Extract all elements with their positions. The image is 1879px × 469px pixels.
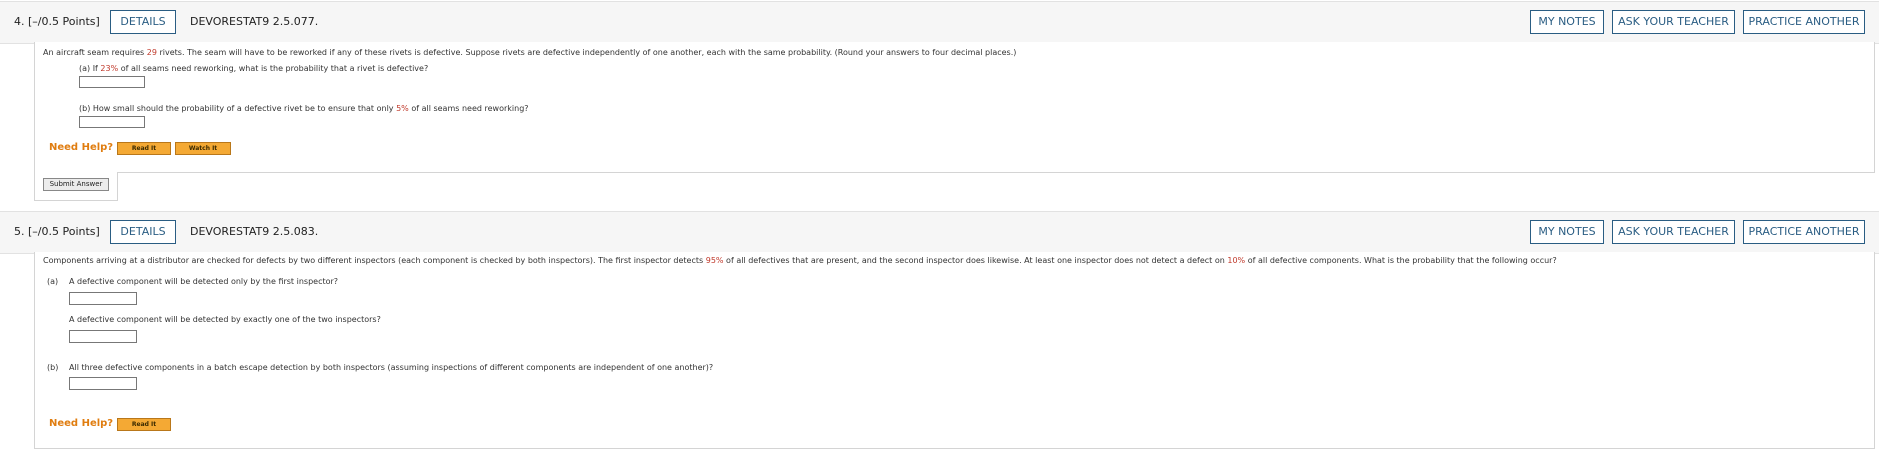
my-notes-button[interactable]: MY NOTES bbox=[1530, 10, 1604, 34]
question-4-header: 4. [–/0.5 Points] DETAILS DEVORESTAT9 2.… bbox=[0, 1, 1879, 44]
question-5-number: 5. [–/0.5 Points] bbox=[14, 225, 100, 238]
question-code: DEVORESTAT9 2.5.083. bbox=[190, 225, 319, 238]
part-a-question-1: A defective component will be detected o… bbox=[69, 277, 339, 286]
question-5-header: 5. [–/0.5 Points] DETAILS DEVORESTAT9 2.… bbox=[0, 211, 1879, 254]
question-4-number: 4. [–/0.5 Points] bbox=[14, 15, 100, 28]
ask-your-teacher-button[interactable]: ASK YOUR TEACHER bbox=[1612, 10, 1735, 34]
part-a-question-2: A defective component will be detected b… bbox=[69, 315, 381, 324]
answer-input-a1[interactable] bbox=[69, 292, 137, 305]
need-help-label: Need Help? bbox=[49, 418, 114, 429]
part-b-text: (b) How small should the probability of … bbox=[79, 104, 529, 113]
details-button[interactable]: DETAILS bbox=[110, 10, 176, 34]
part-a-text: (a) If 23% of all seams need reworking, … bbox=[79, 64, 429, 73]
answer-input-b[interactable] bbox=[69, 377, 137, 390]
question-text: An aircraft seam requires 29 rivets. The… bbox=[43, 48, 1017, 57]
question-5-body: Components arriving at a distributor are… bbox=[34, 252, 1875, 449]
ask-your-teacher-button[interactable]: ASK YOUR TEACHER bbox=[1612, 220, 1735, 244]
answer-input-a[interactable] bbox=[79, 76, 145, 88]
read-it-button[interactable]: Read It bbox=[117, 142, 171, 155]
details-button[interactable]: DETAILS bbox=[110, 220, 176, 244]
question-4-body: An aircraft seam requires 29 rivets. The… bbox=[34, 42, 1875, 173]
watch-it-button[interactable]: Watch It bbox=[175, 142, 231, 155]
need-help-label: Need Help? bbox=[49, 142, 114, 153]
part-b-label: (b) bbox=[47, 363, 59, 372]
answer-input-b[interactable] bbox=[79, 116, 145, 128]
question-text: Components arriving at a distributor are… bbox=[43, 256, 1557, 265]
part-b-question: All three defective components in a batc… bbox=[69, 363, 714, 372]
submit-answer-button[interactable]: Submit Answer bbox=[43, 178, 109, 191]
part-a-label: (a) bbox=[47, 277, 59, 286]
answer-input-a2[interactable] bbox=[69, 330, 137, 343]
submit-area: Submit Answer bbox=[34, 172, 118, 201]
read-it-button[interactable]: Read It bbox=[117, 418, 171, 431]
my-notes-button[interactable]: MY NOTES bbox=[1530, 220, 1604, 244]
practice-another-button[interactable]: PRACTICE ANOTHER bbox=[1743, 220, 1865, 244]
question-code: DEVORESTAT9 2.5.077. bbox=[190, 15, 319, 28]
practice-another-button[interactable]: PRACTICE ANOTHER bbox=[1743, 10, 1865, 34]
